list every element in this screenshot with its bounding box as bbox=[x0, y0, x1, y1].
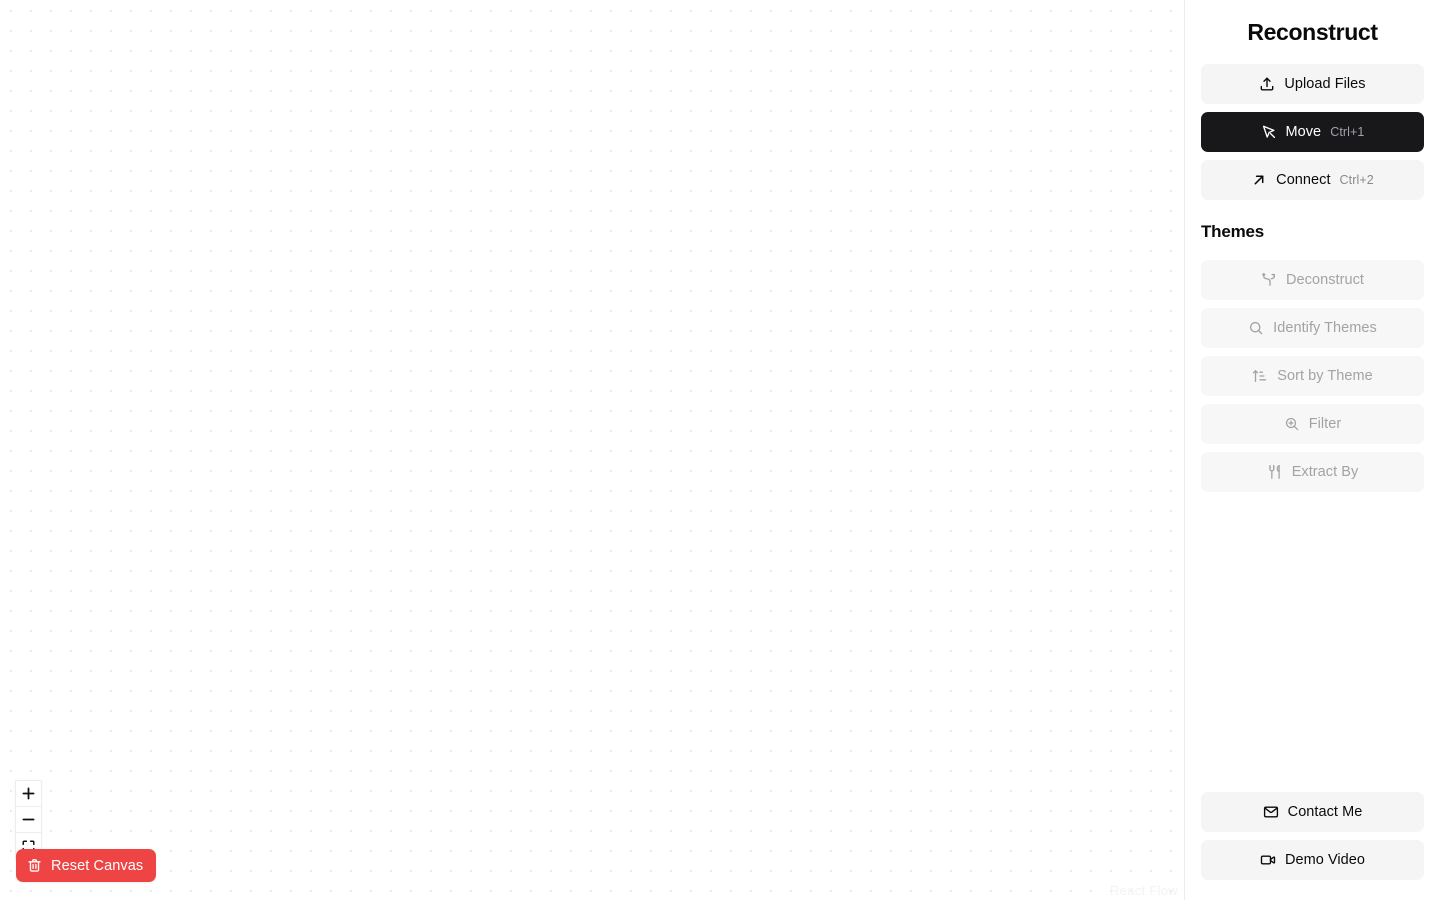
upload-files-label: Upload Files bbox=[1284, 76, 1366, 92]
zoom-in-icon bbox=[1284, 416, 1300, 432]
arrow-up-right-icon bbox=[1251, 172, 1267, 188]
git-branch-icon bbox=[1261, 272, 1277, 288]
deconstruct-button[interactable]: Deconstruct bbox=[1201, 260, 1424, 300]
cursor-arrow-icon bbox=[1261, 124, 1277, 140]
reset-canvas-button[interactable]: Reset Canvas bbox=[16, 849, 157, 882]
react-flow-attribution: React Flow bbox=[1109, 883, 1178, 898]
identify-themes-button[interactable]: Identify Themes bbox=[1201, 308, 1424, 348]
demo-video-label: Demo Video bbox=[1284, 852, 1366, 868]
zoom-out-button[interactable] bbox=[16, 807, 41, 833]
minus-icon bbox=[22, 813, 35, 826]
extract-by-label: Extract By bbox=[1291, 464, 1359, 480]
sidebar: Reconstruct Upload Files Move Ctrl+1 Con… bbox=[1184, 0, 1440, 900]
demo-video-button[interactable]: Demo Video bbox=[1201, 840, 1424, 880]
move-tool-shortcut: Ctrl+1 bbox=[1330, 125, 1365, 139]
extract-by-button[interactable]: Extract By bbox=[1201, 452, 1424, 492]
mail-icon bbox=[1263, 804, 1279, 820]
search-icon bbox=[1248, 320, 1264, 336]
sort-ascending-icon bbox=[1252, 368, 1268, 384]
app-root: React Flow Reset Canvas Reconstruct Uplo… bbox=[0, 0, 1440, 900]
sidebar-footer: Contact Me Demo Video bbox=[1201, 792, 1424, 900]
upload-icon bbox=[1259, 76, 1275, 92]
plus-icon bbox=[22, 787, 35, 800]
sort-by-theme-button[interactable]: Sort by Theme bbox=[1201, 356, 1424, 396]
trash-icon bbox=[27, 858, 42, 873]
canvas-zoom-controls bbox=[15, 780, 42, 860]
filter-label: Filter bbox=[1308, 416, 1342, 432]
contact-me-label: Contact Me bbox=[1287, 804, 1363, 820]
flow-canvas[interactable]: React Flow Reset Canvas bbox=[0, 0, 1184, 900]
sort-by-theme-label: Sort by Theme bbox=[1277, 368, 1373, 384]
reset-canvas-label: Reset Canvas bbox=[51, 857, 144, 874]
connect-tool-label: Connect bbox=[1276, 172, 1331, 188]
move-tool-label: Move bbox=[1285, 124, 1322, 140]
move-tool-button[interactable]: Move Ctrl+1 bbox=[1201, 112, 1424, 152]
zoom-in-button[interactable] bbox=[16, 781, 41, 807]
themes-section-title: Themes bbox=[1201, 222, 1265, 241]
contact-me-button[interactable]: Contact Me bbox=[1201, 792, 1424, 832]
upload-files-button[interactable]: Upload Files bbox=[1201, 64, 1424, 104]
connect-tool-button[interactable]: Connect Ctrl+2 bbox=[1201, 160, 1424, 200]
utensils-icon bbox=[1267, 464, 1283, 480]
page-title: Reconstruct bbox=[1247, 19, 1378, 45]
theme-action-group: Deconstruct Identify Themes Sort by Them… bbox=[1201, 260, 1424, 492]
tool-button-group: Upload Files Move Ctrl+1 Connect Ctrl+2 bbox=[1201, 64, 1424, 200]
connect-tool-shortcut: Ctrl+2 bbox=[1339, 173, 1374, 187]
deconstruct-label: Deconstruct bbox=[1286, 272, 1364, 288]
filter-button[interactable]: Filter bbox=[1201, 404, 1424, 444]
identify-themes-label: Identify Themes bbox=[1273, 320, 1377, 336]
video-icon bbox=[1260, 852, 1276, 868]
